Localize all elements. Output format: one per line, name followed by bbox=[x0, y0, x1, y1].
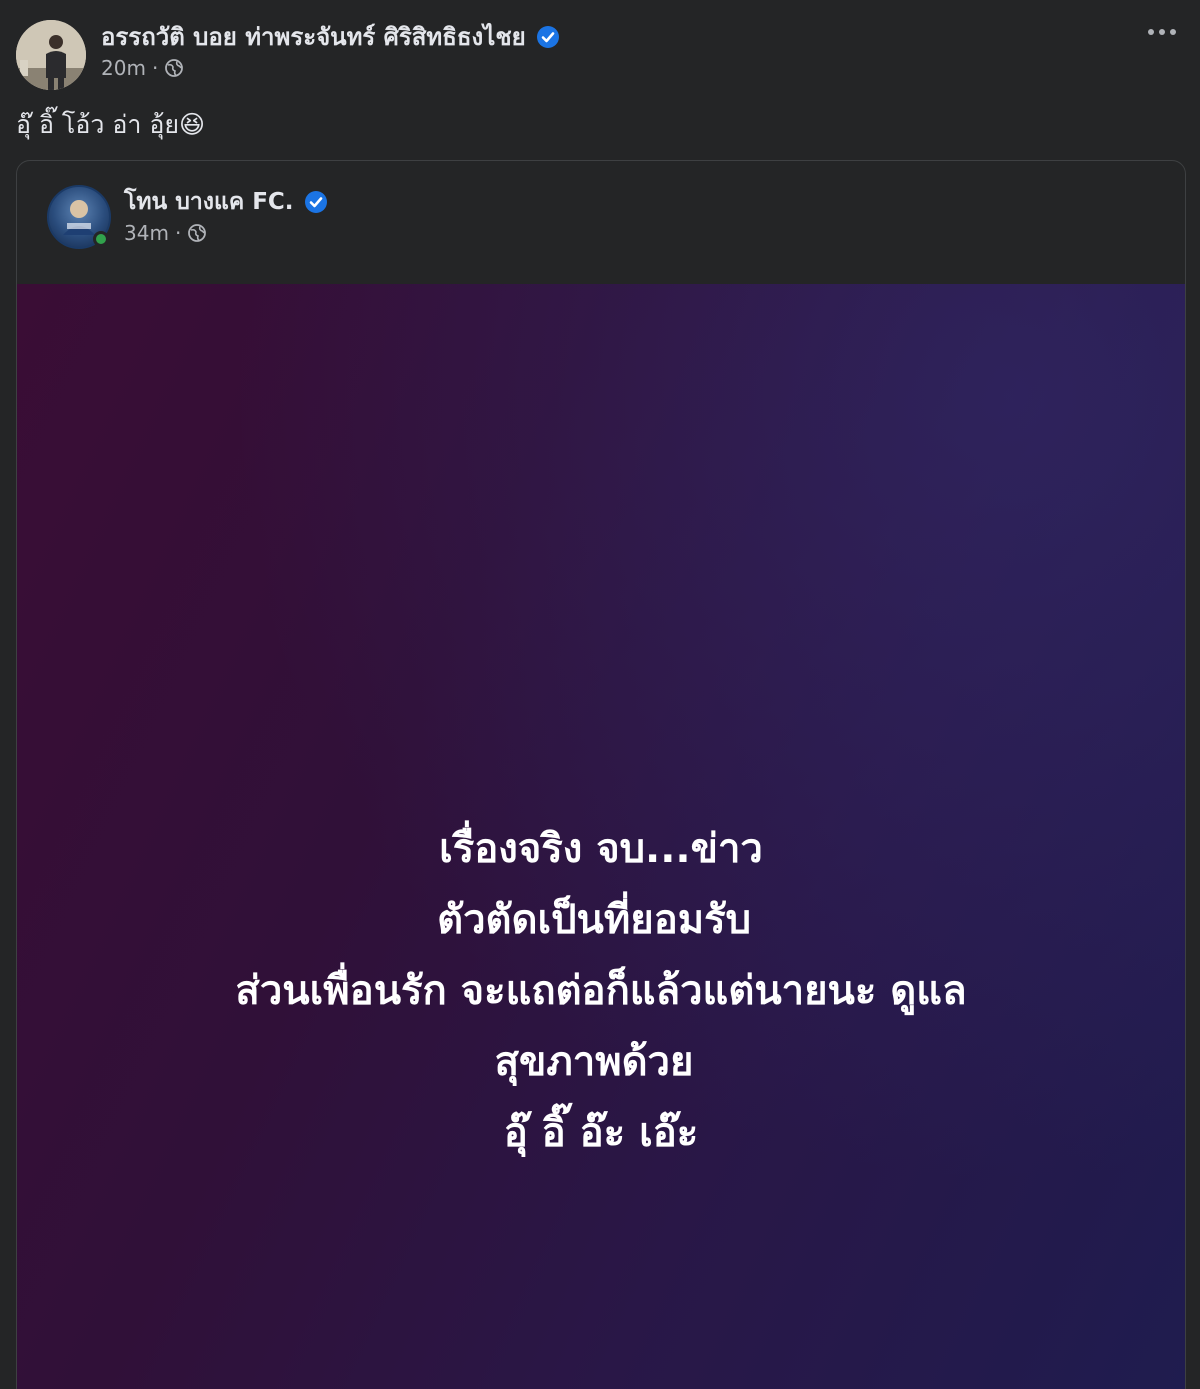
author-name-row: อรรถวัติ บอย ท่าพระจันทร์ ศิริสิทธิธงไชย bbox=[101, 20, 560, 54]
ellipsis-icon bbox=[1148, 29, 1154, 35]
author-block: อรรถวัติ บอย ท่าพระจันทร์ ศิริสิทธิธงไชย… bbox=[101, 20, 560, 80]
ellipsis-icon bbox=[1170, 29, 1176, 35]
verified-badge-icon bbox=[304, 191, 327, 213]
globe-icon bbox=[188, 224, 207, 242]
post-header: อรรถวัติ บอย ท่าพระจันทร์ ศิริสิทธิธงไชย… bbox=[16, 20, 1184, 90]
shared-post-card[interactable]: โทน บางแค FC. 34m · เรื่องจริง จบ...ข่าว… bbox=[16, 160, 1186, 1389]
media-text-line: เรื่องจริง จบ...ข่าว bbox=[439, 826, 763, 872]
author-photo bbox=[16, 20, 86, 90]
meta-separator: · bbox=[174, 221, 182, 245]
facebook-post: อรรถวัติ บอย ท่าพระจันทร์ ศิริสิทธิธงไชย… bbox=[0, 0, 1200, 1389]
media-text: เรื่องจริง จบ...ข่าว ตัวตัดเป็นที่ยอมรับ… bbox=[17, 814, 1185, 1169]
media-text-line: อุ๊ อิ๊ อ๊ะ เอ๊ะ bbox=[503, 1110, 699, 1156]
media-text-line: ตัวตัดเป็นที่ยอมรับ ￼ bbox=[437, 897, 765, 943]
verified-badge-icon bbox=[536, 26, 559, 48]
online-status-indicator bbox=[93, 231, 109, 247]
more-options-button[interactable] bbox=[1142, 20, 1182, 44]
post-caption: อุ๊ อิ๊ โอ้ว อ่า อุ้ย😆 bbox=[16, 110, 206, 139]
author-name[interactable]: อรรถวัติ บอย ท่าพระจันทร์ ศิริสิทธิธงไชย bbox=[101, 20, 526, 54]
meta-separator: · bbox=[151, 56, 159, 80]
globe-icon bbox=[165, 59, 184, 77]
shared-post-meta: 34m · bbox=[124, 221, 328, 245]
shared-post-header: โทน บางแค FC. 34m · bbox=[47, 185, 1147, 255]
media-text-line: ส่วนเพื่อนรัก จะแถต่อก็แล้วแต่นายนะ ดูแล bbox=[235, 968, 967, 1014]
text-background-post-media[interactable]: เรื่องจริง จบ...ข่าว ตัวตัดเป็นที่ยอมรับ… bbox=[17, 284, 1185, 1389]
author-avatar[interactable] bbox=[16, 20, 86, 90]
post-timestamp[interactable]: 20m bbox=[101, 56, 146, 80]
shared-post-timestamp[interactable]: 34m bbox=[124, 221, 169, 245]
post-meta: 20m · bbox=[101, 56, 560, 80]
media-text-line: สุขภาพด้วย ￼￼ bbox=[494, 1039, 708, 1085]
shared-name-row: โทน บางแค FC. bbox=[124, 185, 328, 219]
shared-author-block: โทน บางแค FC. 34m · bbox=[124, 185, 328, 245]
shared-author-name[interactable]: โทน บางแค FC. bbox=[124, 185, 294, 219]
ellipsis-icon bbox=[1159, 29, 1165, 35]
